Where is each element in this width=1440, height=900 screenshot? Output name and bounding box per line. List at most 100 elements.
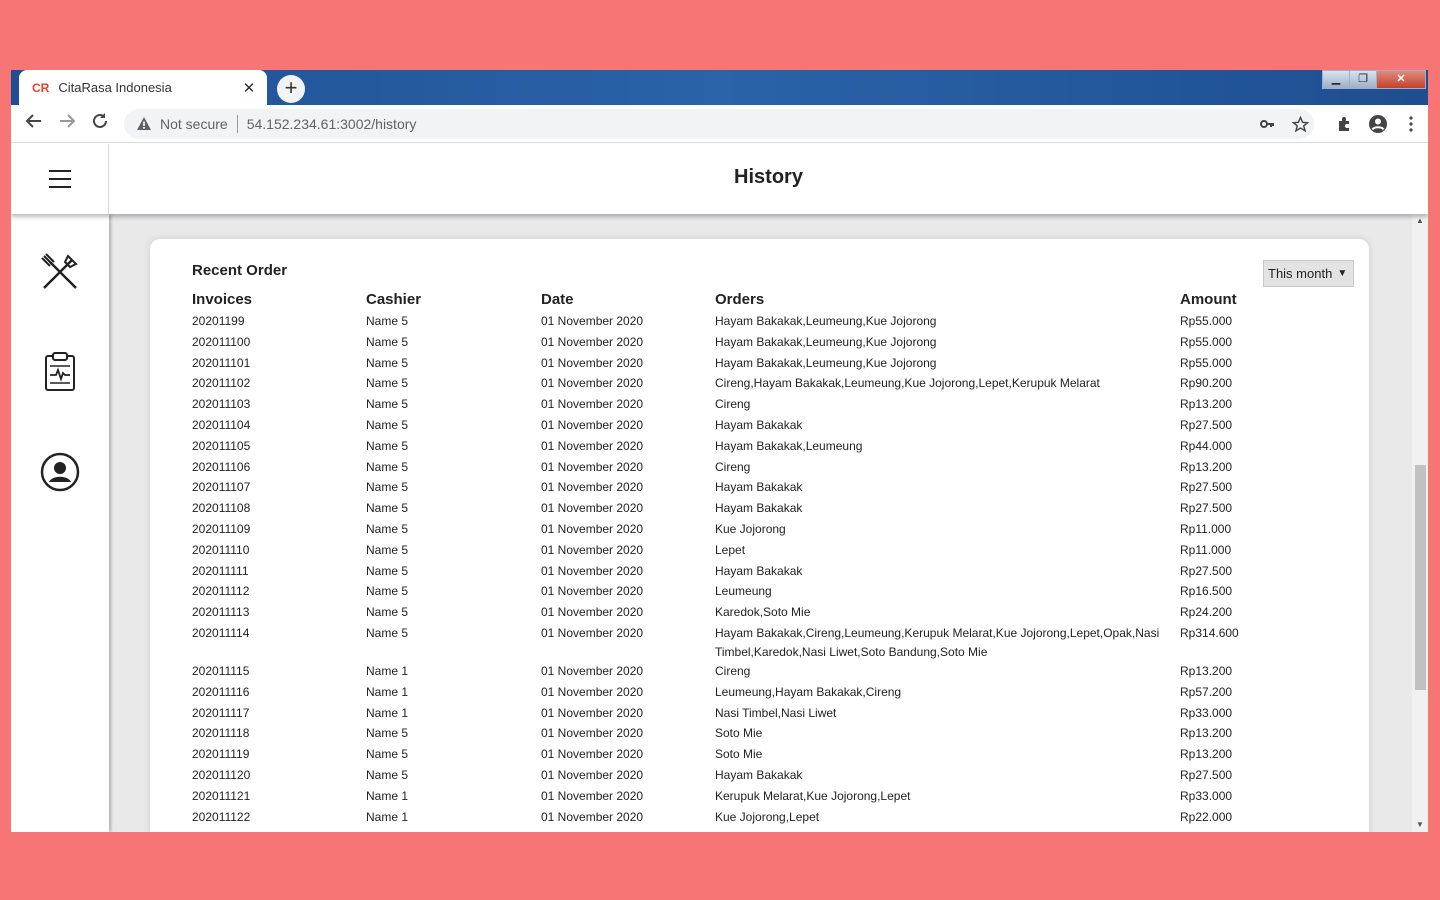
table-row[interactable]: 202011118 Name 5 01 November 2020 Soto Mie R… — [192, 724, 1260, 745]
table-row[interactable]: 202011116 Name 1 01 November 2020 Leumeung,… — [192, 683, 1260, 704]
table-row[interactable]: 202011108 Name 5 01 November 2020 Hayam Bak… — [192, 499, 1260, 520]
more-menu-icon[interactable] — [1397, 109, 1425, 139]
tab-close-icon[interactable]: ✕ — [241, 79, 257, 97]
address-divider — [236, 115, 238, 133]
table-row[interactable]: 202011109 Name 5 01 November 2020 Kue Jojor… — [192, 520, 1260, 541]
profile-icon[interactable] — [38, 450, 82, 494]
minimize-icon[interactable]: ▁ — [1322, 70, 1350, 89]
table-body: 20201199 Name 5 01 November 2020 Hayam Baka… — [192, 312, 1260, 828]
cashier-cell: Name 5 — [366, 625, 409, 640]
orders-cell: Nasi Timbel,Nasi Liwet — [715, 705, 837, 720]
invoice-cell: 202011106 — [192, 459, 251, 474]
recent-order-card: Recent Order This month ▼ Invoices Cashi… — [150, 239, 1369, 832]
title-bar: CR CitaRasa Indonesia ✕ + ▁ ❐ ✕ — [11, 70, 1428, 105]
invoice-cell: 202011119 — [192, 747, 250, 762]
address-bar[interactable]: Not secure 54.152.234.61:3002/history — [124, 109, 1314, 139]
table-row[interactable]: 202011111 Name 5 01 November 2020 Hayam Bak… — [192, 562, 1260, 583]
date-cell: 01 November 2020 — [541, 438, 644, 453]
table-row[interactable]: 202011102 Name 5 01 November 2020 Cireng,Ha… — [192, 374, 1260, 395]
reload-icon[interactable] — [87, 111, 113, 137]
invoice-cell: 202011121 — [192, 788, 251, 803]
new-tab-button[interactable]: + — [277, 75, 305, 103]
cashier-cell: Name 5 — [366, 563, 409, 578]
table-row[interactable]: 202011101 Name 5 01 November 2020 Hayam Bak… — [192, 354, 1260, 375]
invoice-cell: 202011118 — [192, 726, 250, 741]
amount-cell: Rp27.500 — [1180, 563, 1233, 578]
table-row[interactable]: 202011119 Name 5 01 November 2020 Soto Mie R… — [192, 745, 1260, 766]
table-row[interactable]: 202011104 Name 5 01 November 2020 Hayam Bak… — [192, 416, 1260, 437]
scroll-thumb[interactable] — [1415, 465, 1426, 690]
utensils-icon[interactable] — [38, 250, 82, 294]
date-cell: 01 November 2020 — [541, 501, 644, 516]
invoice-cell: 202011111 — [192, 563, 249, 578]
invoice-cell: 202011112 — [192, 584, 250, 599]
cashier-cell: Name 5 — [366, 605, 409, 620]
orders-cell: Karedok,Soto Mie — [715, 605, 811, 620]
table-row[interactable]: 202011120 Name 5 01 November 2020 Hayam Bak… — [192, 766, 1260, 787]
cashier-cell: Name 5 — [366, 767, 409, 782]
amount-cell: Rp27.500 — [1180, 480, 1233, 495]
close-window-icon[interactable]: ✕ — [1376, 70, 1426, 89]
table-row[interactable]: 202011112 Name 5 01 November 2020 Leumeung R… — [192, 582, 1260, 603]
table-row[interactable]: 202011121 Name 1 01 November 2020 Kerupuk M… — [192, 787, 1260, 808]
amount-cell: Rp13.200 — [1180, 726, 1233, 741]
period-select[interactable]: This month ▼ — [1263, 260, 1354, 287]
orders-cell: Hayam Bakakak — [715, 417, 803, 432]
amount-cell: Rp11.000 — [1180, 521, 1232, 536]
date-cell: 01 November 2020 — [541, 788, 644, 803]
back-icon[interactable] — [21, 111, 47, 137]
clipboard-icon[interactable] — [38, 350, 82, 394]
browser-window: CR CitaRasa Indonesia ✕ + ▁ ❐ ✕ Not secu… — [11, 70, 1428, 832]
orders-cell: Leumeung,Hayam Bakakak,Cireng — [715, 684, 902, 699]
scroll-up-icon[interactable]: ▲ — [1412, 214, 1428, 228]
table-row[interactable]: 202011115 Name 1 01 November 2020 Cireng Rp1… — [192, 662, 1260, 683]
invoice-cell: 202011100 — [192, 334, 251, 349]
table-row[interactable]: 202011105 Name 5 01 November 2020 Hayam Bak… — [192, 437, 1260, 458]
table-row[interactable]: 202011107 Name 5 01 November 2020 Hayam Bak… — [192, 478, 1260, 499]
table-row[interactable]: 202011117 Name 1 01 November 2020 Nasi Timb… — [192, 704, 1260, 725]
key-icon[interactable] — [1253, 109, 1281, 139]
amount-cell: Rp33.000 — [1180, 705, 1233, 720]
table-row[interactable]: 202011113 Name 5 01 November 2020 Karedok,S… — [192, 603, 1260, 624]
restore-icon[interactable]: ❐ — [1349, 70, 1377, 89]
scrollbar[interactable]: ▲ ▼ — [1412, 214, 1428, 832]
invoice-cell: 202011116 — [192, 684, 250, 699]
forward-icon[interactable] — [54, 111, 80, 137]
security-label[interactable]: Not secure — [160, 116, 228, 132]
table-row[interactable]: 202011110 Name 5 01 November 2020 Lepet Rp11… — [192, 541, 1260, 562]
scroll-down-icon[interactable]: ▼ — [1412, 818, 1428, 832]
orders-cell: Cireng,Hayam Bakakak,Leumeung,Kue Jojoro… — [715, 376, 1100, 391]
cashier-cell: Name 5 — [366, 459, 409, 474]
date-cell: 01 November 2020 — [541, 584, 644, 599]
account-icon[interactable] — [1364, 109, 1392, 139]
table-row[interactable]: 202011114 Name 5 01 November 2020 Hayam Bak… — [192, 624, 1260, 662]
url-text[interactable]: 54.152.234.61:3002/history — [247, 116, 417, 132]
invoice-cell: 202011122 — [192, 809, 251, 824]
column-header-amount: Amount — [1180, 291, 1237, 308]
orders-cell: Leumeung — [715, 584, 772, 599]
table-row[interactable]: 202011100 Name 5 01 November 2020 Hayam Bak… — [192, 333, 1260, 354]
amount-cell: Rp55.000 — [1180, 314, 1233, 328]
hamburger-icon[interactable] — [48, 170, 71, 188]
table-row[interactable]: 20201199 Name 5 01 November 2020 Hayam Baka… — [192, 312, 1260, 333]
table-row[interactable]: 202011103 Name 5 01 November 2020 Cireng Rp1… — [192, 395, 1260, 416]
page-title: History — [734, 166, 803, 188]
table-row[interactable]: 202011106 Name 5 01 November 2020 Cireng Rp1… — [192, 458, 1260, 479]
star-icon[interactable] — [1286, 109, 1314, 139]
table-row[interactable]: 202011122 Name 1 01 November 2020 Kue Jojor… — [192, 808, 1260, 829]
cashier-cell: Name 5 — [366, 334, 409, 349]
extensions-icon[interactable] — [1331, 109, 1359, 139]
cashier-cell: Name 5 — [366, 314, 409, 328]
amount-cell: Rp90.200 — [1180, 376, 1233, 391]
invoice-cell: 202011105 — [192, 438, 251, 453]
amount-cell: Rp13.200 — [1180, 459, 1233, 474]
browser-tab[interactable]: CR CitaRasa Indonesia ✕ — [19, 70, 267, 105]
cashier-cell: Name 1 — [366, 663, 409, 678]
orders-cell: Kerupuk Melarat,Kue Jojorong,Lepet — [715, 788, 911, 803]
cashier-cell: Name 5 — [366, 726, 409, 741]
orders-cell: Lepet — [715, 542, 746, 557]
menu-button[interactable] — [11, 144, 109, 214]
orders-cell: Kue Jojorong,Lepet — [715, 809, 820, 824]
chevron-down-icon: ▼ — [1337, 268, 1348, 279]
column-header-date: Date — [541, 291, 574, 308]
